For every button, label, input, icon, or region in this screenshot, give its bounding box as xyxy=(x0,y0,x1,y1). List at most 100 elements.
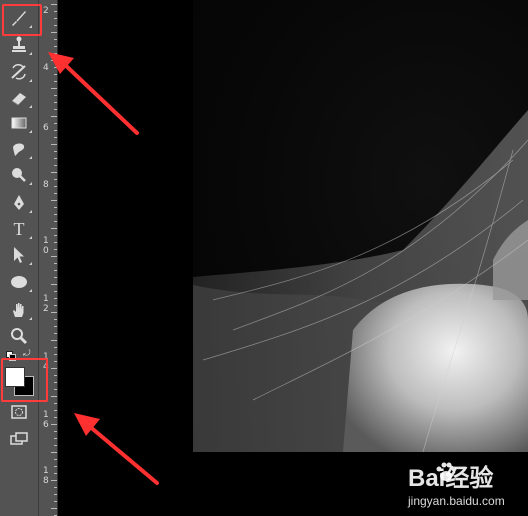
ruler-label: 1 0 xyxy=(43,236,49,256)
ruler-tick xyxy=(54,95,57,96)
ruler-tick xyxy=(51,228,57,229)
ruler-tick xyxy=(54,459,57,460)
ruler-tick xyxy=(54,207,57,208)
type-icon: T xyxy=(13,218,25,239)
ruler-tick xyxy=(54,417,57,418)
ruler-tick xyxy=(54,431,57,432)
ruler-label: 1 6 xyxy=(43,410,49,430)
ruler-tick xyxy=(54,67,57,68)
ruler-tick xyxy=(54,123,57,124)
ruler-tick xyxy=(51,340,57,341)
ruler-tick xyxy=(54,18,57,19)
hand-tool[interactable] xyxy=(4,298,34,322)
zoom-tool[interactable] xyxy=(4,324,34,348)
ruler-tick xyxy=(51,32,57,33)
gradient-tool[interactable] xyxy=(4,111,34,135)
dodge-icon xyxy=(12,168,26,182)
eraser-tool[interactable] xyxy=(4,86,34,110)
ruler-tick xyxy=(54,137,57,138)
type-tool[interactable]: T xyxy=(4,217,34,241)
ruler-tick xyxy=(54,501,57,502)
ruler-tick xyxy=(54,305,57,306)
tools-panel: T ⤾ xyxy=(0,0,39,516)
ruler-tick xyxy=(51,424,57,425)
watermark-url: jingyan.baidu.com xyxy=(408,494,505,508)
blur-icon xyxy=(13,143,25,156)
brush-tool-highlight xyxy=(2,4,42,36)
ruler-tick xyxy=(54,487,57,488)
ruler-tick xyxy=(54,466,57,467)
ellipse-icon xyxy=(11,276,27,288)
path-selection-tool[interactable] xyxy=(4,243,34,267)
ruler-label: 4 xyxy=(43,63,49,73)
ruler-tick xyxy=(54,242,57,243)
history-brush-tool[interactable] xyxy=(4,60,34,84)
ruler-tick xyxy=(54,445,57,446)
ruler-tick xyxy=(54,403,57,404)
screen-mode-button[interactable] xyxy=(4,427,34,451)
pen-tool[interactable] xyxy=(4,191,34,215)
ruler-tick xyxy=(54,249,57,250)
zoom-icon xyxy=(11,328,28,345)
ruler-label: 1 2 xyxy=(43,294,49,314)
ruler-tick xyxy=(54,263,57,264)
blur-tool[interactable] xyxy=(4,137,34,161)
ruler-tick xyxy=(51,116,57,117)
ruler-tick xyxy=(54,333,57,334)
hand-icon xyxy=(13,303,24,317)
document-image xyxy=(193,0,528,453)
ruler-tick xyxy=(54,221,57,222)
ruler-tick xyxy=(51,508,57,509)
screen-mode-icon xyxy=(10,432,28,445)
ruler-tick xyxy=(51,480,57,481)
path-selection-icon xyxy=(14,247,24,263)
ruler-tick xyxy=(51,88,57,89)
ruler-tick xyxy=(54,375,57,376)
ruler-tick xyxy=(51,200,57,201)
document-canvas[interactable]: Bai经验 jingyan.baidu.com xyxy=(58,0,528,516)
ruler-tick xyxy=(51,312,57,313)
ruler-tick xyxy=(51,284,57,285)
history-brush-icon xyxy=(11,64,26,80)
ruler-tick xyxy=(54,347,57,348)
ruler-tick xyxy=(51,144,57,145)
ruler-tick xyxy=(54,25,57,26)
ruler-tick xyxy=(54,214,57,215)
ruler-label: 6 xyxy=(43,123,49,133)
quick-mask-button[interactable] xyxy=(4,400,34,424)
color-swatch-highlight xyxy=(1,358,48,402)
ruler-tick xyxy=(54,179,57,180)
ruler-tick xyxy=(51,4,57,5)
ruler-tick xyxy=(54,109,57,110)
ruler-tick xyxy=(51,60,57,61)
ruler-tick xyxy=(54,235,57,236)
ruler-tick xyxy=(54,186,57,187)
ruler-tick xyxy=(54,298,57,299)
ruler-tick xyxy=(54,46,57,47)
ruler-tick xyxy=(54,81,57,82)
ruler-tick xyxy=(51,452,57,453)
ruler-tick xyxy=(54,319,57,320)
clone-stamp-icon xyxy=(12,36,26,52)
ruler-tick xyxy=(54,473,57,474)
gradient-icon xyxy=(11,117,27,129)
ruler-tick xyxy=(54,494,57,495)
ruler-label: 2 xyxy=(43,6,49,16)
ruler-tick xyxy=(54,130,57,131)
ruler-label: 8 xyxy=(43,180,49,190)
ruler-tick xyxy=(54,74,57,75)
pen-icon xyxy=(14,195,24,210)
ruler-tick xyxy=(54,354,57,355)
clone-stamp-tool[interactable] xyxy=(4,33,34,57)
ellipse-tool[interactable] xyxy=(4,270,34,294)
ruler-tick xyxy=(54,438,57,439)
dodge-tool[interactable] xyxy=(4,163,34,187)
vertical-ruler: 2 4 6 8 1 0 1 2 1 4 1 6 1 8 xyxy=(39,0,58,516)
ruler-tick xyxy=(51,368,57,369)
ruler-tick xyxy=(54,158,57,159)
ruler-label: 1 8 xyxy=(43,466,49,486)
ruler-tick xyxy=(54,389,57,390)
bride-veil-photo xyxy=(193,110,528,453)
ruler-tick xyxy=(51,256,57,257)
ruler-tick xyxy=(51,172,57,173)
